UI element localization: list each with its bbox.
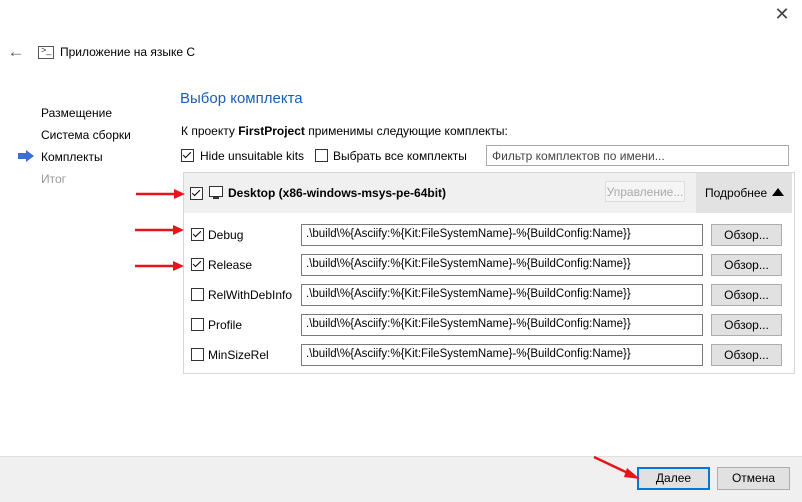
annotation-arrow-icon [593,455,640,479]
annotation-arrows [135,189,640,479]
annotation-arrow-icon [135,225,184,235]
annotation-arrow-icon [135,261,184,271]
annotation-arrow-icon [136,189,185,199]
